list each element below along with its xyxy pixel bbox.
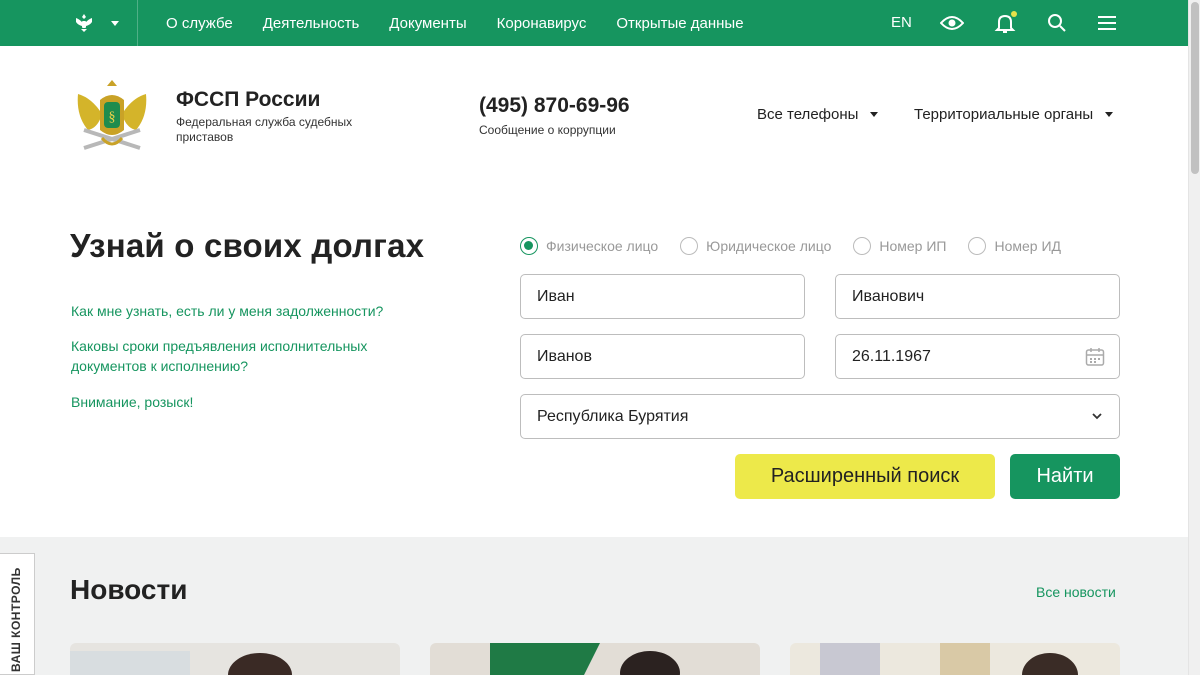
site-header: § ФССП России Федеральная служба судебны… [0, 46, 1188, 183]
first-name-field[interactable] [520, 274, 805, 319]
radio-checked-icon [520, 237, 538, 255]
language-switch[interactable]: EN [891, 14, 912, 31]
hotline-caption: Сообщение о коррупции [479, 123, 616, 137]
radio-id-number[interactable]: Номер ИД [968, 237, 1061, 255]
radio-label: Физическое лицо [546, 238, 659, 254]
caret-down-icon [1105, 112, 1114, 117]
last-name-input[interactable] [537, 347, 788, 366]
divider [137, 0, 138, 46]
search-icon[interactable] [1045, 11, 1069, 35]
nav-activity[interactable]: Деятельность [263, 15, 360, 32]
debt-search-section: Узнай о своих долгах Как мне узнать, ест… [0, 183, 1188, 537]
hotline-phone[interactable]: (495) 870-69-96 [479, 94, 630, 118]
news-card-image[interactable] [70, 643, 400, 675]
phones-dropdown-label: Все телефоны [757, 106, 859, 123]
nav-documents[interactable]: Документы [389, 15, 466, 32]
radio-unchecked-icon [968, 237, 987, 255]
advanced-search-button[interactable]: Расширенный поиск [735, 454, 995, 499]
feedback-side-tab[interactable]: ВАШ КОНТРОЛЬ [0, 553, 35, 675]
brand-title[interactable]: ФССП России [176, 88, 320, 112]
radio-unchecked-icon [680, 237, 699, 255]
scrollbar-thumb[interactable] [1191, 2, 1199, 174]
svg-text:§: § [109, 110, 116, 125]
news-title: Новости [70, 574, 188, 605]
emblem-dropdown-icon[interactable] [111, 21, 119, 26]
patronymic-field[interactable] [835, 274, 1120, 319]
caret-down-icon [870, 112, 879, 117]
nav-about[interactable]: О службе [166, 15, 233, 32]
side-tab-label: ВАШ КОНТРОЛЬ [9, 567, 23, 672]
faq-link-debts[interactable]: Как мне узнать, есть ли у меня задолженн… [71, 301, 383, 321]
radio-legal-entity[interactable]: Юридическое лицо [680, 237, 831, 255]
nav-open-data[interactable]: Открытые данные [616, 15, 743, 32]
first-name-input[interactable] [537, 287, 788, 306]
find-button[interactable]: Найти [1010, 454, 1120, 499]
last-name-field[interactable] [520, 334, 805, 379]
patronymic-input[interactable] [852, 287, 1103, 306]
radio-individual[interactable]: Физическое лицо [520, 237, 658, 255]
faq-link-deadlines[interactable]: Каковы сроки предъявления исполнительных… [71, 336, 391, 376]
page-title: Узнай о своих долгах [70, 227, 425, 264]
bell-icon[interactable] [993, 11, 1017, 35]
regions-dropdown[interactable]: Территориальные органы [914, 106, 1114, 123]
region-select[interactable]: Республика Бурятия [520, 394, 1120, 439]
region-select-value: Республика Бурятия [537, 407, 689, 425]
notification-dot [1011, 11, 1017, 17]
news-card-image[interactable] [790, 643, 1120, 675]
all-news-link[interactable]: Все новости [1036, 584, 1116, 600]
page-scrollbar[interactable] [1188, 0, 1200, 675]
brand-subtitle: Федеральная служба судебных приставов [176, 115, 353, 144]
news-card-image[interactable] [430, 643, 760, 675]
top-bar: О службе Деятельность Документы Коронави… [0, 0, 1188, 46]
nav-coronavirus[interactable]: Коронавирус [497, 15, 587, 32]
phones-dropdown[interactable]: Все телефоны [757, 106, 879, 123]
radio-unchecked-icon [853, 237, 872, 255]
calendar-icon[interactable] [1085, 347, 1105, 367]
eye-icon[interactable] [939, 11, 965, 35]
radio-ip-number[interactable]: Номер ИП [853, 237, 946, 255]
emblem-icon[interactable] [72, 11, 96, 35]
radio-label: Номер ИД [994, 238, 1062, 254]
regions-dropdown-label: Территориальные органы [914, 106, 1094, 123]
chevron-down-icon [1092, 413, 1102, 420]
birth-date-input[interactable] [852, 347, 1103, 366]
menu-icon[interactable] [1095, 11, 1119, 35]
search-mode-group: Физическое лицо Юридическое лицо Номер И… [520, 237, 1083, 255]
radio-label: Юридическое лицо [706, 238, 832, 254]
birth-date-field[interactable] [835, 334, 1120, 379]
faq-link-wanted[interactable]: Внимание, розыск! [71, 392, 193, 412]
top-nav: О службе Деятельность Документы Коронави… [166, 0, 744, 46]
radio-label: Номер ИП [879, 238, 947, 254]
fssp-logo[interactable]: § [76, 74, 148, 156]
